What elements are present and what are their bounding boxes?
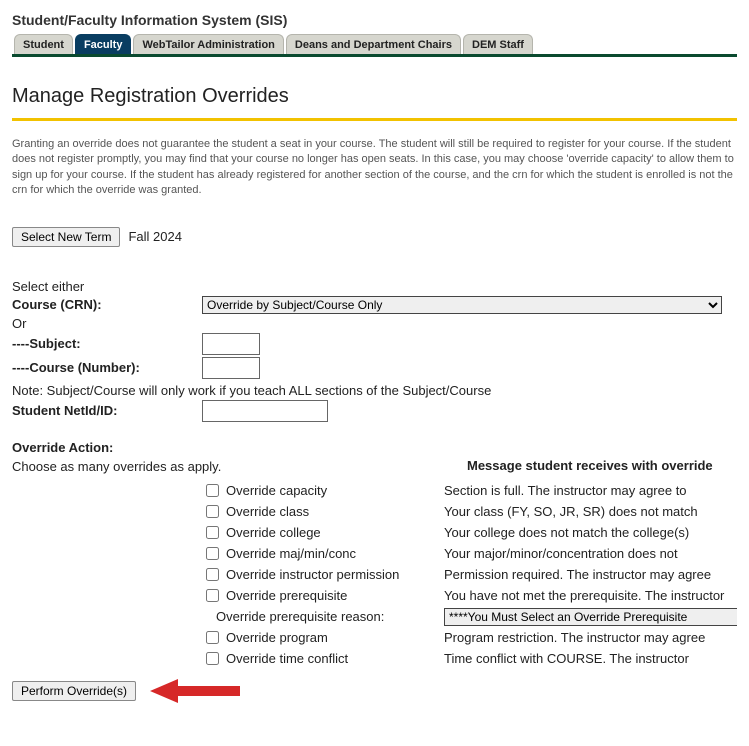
override-capacity-label: Override capacity bbox=[226, 483, 327, 498]
subject-input[interactable] bbox=[202, 333, 260, 355]
system-title: Student/Faculty Information System (SIS) bbox=[12, 12, 737, 28]
msg-capacity: Section is full. The instructor may agre… bbox=[444, 480, 737, 501]
override-class-checkbox[interactable] bbox=[206, 505, 219, 518]
override-capacity-checkbox[interactable] bbox=[206, 484, 219, 497]
override-instructor-permission-checkbox[interactable] bbox=[206, 568, 219, 581]
page-title: Manage Registration Overrides bbox=[12, 85, 737, 108]
override-prereq-reason-select[interactable]: ****You Must Select an Override Prerequi… bbox=[444, 608, 737, 626]
msg-instructor-permission: Permission required. The instructor may … bbox=[444, 564, 737, 585]
tab-dem-staff[interactable]: DEM Staff bbox=[463, 34, 533, 54]
override-time-conflict-label: Override time conflict bbox=[226, 651, 348, 666]
title-divider bbox=[12, 118, 737, 121]
override-prerequisite-checkbox[interactable] bbox=[206, 589, 219, 602]
msg-college: Your college does not match the college(… bbox=[444, 522, 737, 543]
override-college-label: Override college bbox=[226, 525, 321, 540]
msg-program: Program restriction. The instructor may … bbox=[444, 627, 737, 648]
override-program-label: Override program bbox=[226, 630, 328, 645]
override-majminconc-label: Override maj/min/conc bbox=[226, 546, 356, 561]
tab-webtailor[interactable]: WebTailor Administration bbox=[133, 34, 283, 54]
or-label: Or bbox=[12, 316, 202, 331]
student-netid-input[interactable] bbox=[202, 400, 328, 422]
msg-class: Your class (FY, SO, JR, SR) does not mat… bbox=[444, 501, 737, 522]
perform-overrides-button[interactable]: Perform Override(s) bbox=[12, 681, 136, 701]
override-instructor-permission-label: Override instructor permission bbox=[226, 567, 399, 582]
select-either-label: Select either bbox=[12, 279, 737, 294]
course-crn-select[interactable]: Override by Subject/Course Only bbox=[202, 296, 722, 314]
msg-prerequisite: You have not met the prerequisite. The i… bbox=[444, 585, 737, 606]
red-arrow-icon bbox=[150, 677, 240, 705]
select-new-term-button[interactable]: Select New Term bbox=[12, 227, 120, 247]
course-crn-label: Course (CRN): bbox=[12, 297, 202, 312]
tab-bar: Student Faculty WebTailor Administration… bbox=[12, 34, 737, 57]
tab-student[interactable]: Student bbox=[14, 34, 73, 54]
override-prereq-reason-label: Override prerequisite reason: bbox=[202, 609, 384, 624]
override-class-label: Override class bbox=[226, 504, 309, 519]
choose-many-label: Choose as many overrides as apply. bbox=[12, 459, 467, 474]
override-college-checkbox[interactable] bbox=[206, 526, 219, 539]
msg-time-conflict: Time conflict with COURSE. The instructo… bbox=[444, 648, 737, 669]
student-netid-label: Student NetId/ID: bbox=[12, 403, 202, 418]
override-prerequisite-label: Override prerequisite bbox=[226, 588, 347, 603]
override-time-conflict-checkbox[interactable] bbox=[206, 652, 219, 665]
intro-text: Granting an override does not guarantee … bbox=[12, 137, 737, 199]
subject-course-note: Note: Subject/Course will only work if y… bbox=[12, 383, 737, 398]
msg-majminconc: Your major/minor/concentration does not bbox=[444, 543, 737, 564]
override-action-heading: Override Action: bbox=[12, 440, 737, 455]
subject-label: ----Subject: bbox=[12, 336, 202, 351]
override-majminconc-checkbox[interactable] bbox=[206, 547, 219, 560]
tab-deans[interactable]: Deans and Department Chairs bbox=[286, 34, 461, 54]
override-program-checkbox[interactable] bbox=[206, 631, 219, 644]
current-term-label: Fall 2024 bbox=[128, 229, 181, 244]
tab-faculty[interactable]: Faculty bbox=[75, 34, 132, 54]
message-heading: Message student receives with override bbox=[467, 455, 713, 476]
course-number-label: ----Course (Number): bbox=[12, 360, 202, 375]
course-number-input[interactable] bbox=[202, 357, 260, 379]
